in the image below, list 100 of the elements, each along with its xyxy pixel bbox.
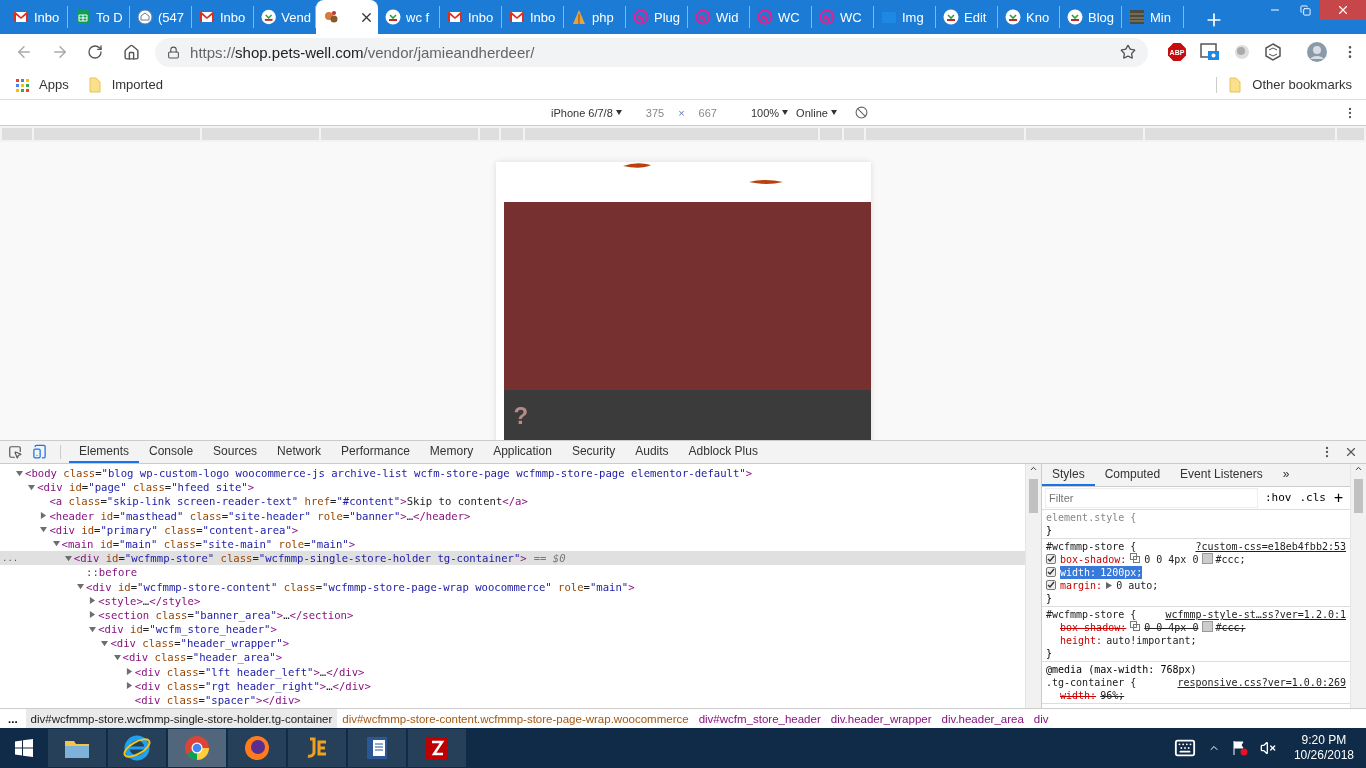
color-swatch[interactable] xyxy=(1202,552,1214,564)
shadow-editor-icon[interactable] xyxy=(1130,620,1141,631)
browser-tab[interactable]: php xyxy=(564,6,626,28)
keyboard-icon[interactable] xyxy=(1173,737,1196,759)
browser-tab[interactable]: Kno xyxy=(998,6,1060,28)
new-rule-button[interactable]: + xyxy=(1334,488,1344,507)
dom-node-row[interactable]: ... <div id="wcfmmp-store" class="wcfmmp-single-store-holder tg-container"> == $0 xyxy=(0,551,1025,566)
scrollbar[interactable] xyxy=(1350,463,1366,709)
scroll-thumb[interactable] xyxy=(1354,478,1363,513)
height-field[interactable]: 667 xyxy=(698,106,717,119)
hexagon-logo-icon[interactable] xyxy=(1264,43,1282,61)
expand-arrow-icon[interactable] xyxy=(89,597,97,605)
screenshot-camera-icon[interactable] xyxy=(1200,43,1220,61)
expand-arrow-icon[interactable] xyxy=(89,611,97,619)
row-menu[interactable]: ... xyxy=(2,553,19,564)
avatar-icon[interactable] xyxy=(1306,41,1328,63)
expand-arrow-icon[interactable] xyxy=(52,540,60,548)
taskbar-app[interactable] xyxy=(348,729,406,767)
css-property[interactable]: box-shadow: 0 0 4px 0 #ccc; xyxy=(1060,552,1246,566)
dom-node-row[interactable]: <div class="spacer"></div> xyxy=(0,692,1025,708)
dom-node-row[interactable]: ::before xyxy=(0,565,1025,580)
expand-arrow-icon[interactable] xyxy=(16,469,23,477)
dom-node-row[interactable]: <section class="banner_area">…</section> xyxy=(0,607,1025,622)
devtools-tab[interactable]: Network xyxy=(267,441,332,463)
breadcrumb[interactable]: div#wcfmmp-store-content.wcfmmp-store-page-wrap.woocommerce xyxy=(337,709,694,728)
browser-tab[interactable]: Vend xyxy=(254,6,316,28)
property-checkbox[interactable] xyxy=(1046,567,1056,578)
bookmark-star-icon[interactable] xyxy=(1120,44,1136,60)
expand-arrow-icon[interactable] xyxy=(77,583,84,590)
css-property[interactable]: height: auto!important; xyxy=(1060,633,1197,647)
expand-arrow-icon[interactable] xyxy=(64,554,72,562)
styles-tab[interactable]: Event Listeners xyxy=(1170,463,1273,486)
breadcrumb[interactable]: div#wcfmmp-store.wcfmmp-single-store-holder.tg-container xyxy=(25,709,338,728)
address-bar[interactable]: https://shop.pets-well.com/vendor/jamieandherdeer/ xyxy=(155,37,1148,67)
dom-node-row[interactable]: <div id="wcfmmp-store-content" class="wcfmmp-store-page-wrap woocommerce" role="main"> xyxy=(0,579,1025,594)
dom-node-row[interactable]: <div id="wcfm_store_header"> xyxy=(0,622,1025,637)
browser-tab[interactable]: To D xyxy=(68,6,130,28)
taskbar-app[interactable] xyxy=(48,729,106,767)
property-checkbox[interactable] xyxy=(1046,554,1056,565)
styles-tab[interactable]: Computed xyxy=(1094,463,1171,486)
css-property[interactable]: box-shadow: 0 0 4px 0 #ccc; xyxy=(1060,620,1246,634)
browser-tab[interactable]: Blog xyxy=(1060,6,1122,28)
taskbar-app[interactable] xyxy=(408,729,466,767)
source-link[interactable]: ?custom-css=e18eb4fbb2:53 xyxy=(1195,539,1346,553)
browser-tab[interactable]: Min xyxy=(1122,6,1184,28)
expand-arrow-icon[interactable] xyxy=(125,668,133,676)
css-property[interactable]: margin: 0 auto; xyxy=(1060,578,1159,592)
expand-arrow-icon[interactable] xyxy=(89,625,97,633)
taskbar-app[interactable] xyxy=(288,729,346,767)
scroll-thumb[interactable] xyxy=(1029,478,1038,513)
devtools-tab[interactable]: Console xyxy=(139,441,204,463)
browser-tab[interactable]: Inbo xyxy=(502,6,564,28)
browser-tab[interactable]: WC xyxy=(750,6,812,28)
dom-node-row[interactable]: <style>…</style> xyxy=(0,593,1025,608)
devtools-tab[interactable]: Security xyxy=(561,441,626,463)
shadow-editor-icon[interactable] xyxy=(1130,552,1141,563)
source-link[interactable]: responsive.css?ver=1.0.0:269 xyxy=(1177,675,1346,689)
browser-tab[interactable]: Img xyxy=(874,6,936,28)
breadcrumb[interactable]: div.header_area xyxy=(936,709,1029,728)
muted-speaker-icon[interactable] xyxy=(1259,740,1276,756)
expand-arrow-icon[interactable] xyxy=(1106,581,1113,589)
browser-tab[interactable]: Inbo xyxy=(6,6,68,28)
expand-arrow-icon[interactable] xyxy=(101,639,109,647)
device-select[interactable]: iPhone 6/7/8 xyxy=(551,106,622,119)
styles-tab[interactable]: Styles xyxy=(1042,463,1095,486)
dom-node-row[interactable]: <header id="masthead" class="site-header" role="banner">…</header> xyxy=(0,508,1025,523)
browser-tab[interactable]: Inbo xyxy=(192,6,254,28)
dom-node-row[interactable]: <main id="main" class="site-main" role="main"> xyxy=(0,536,1025,552)
devtools-tab[interactable]: Application xyxy=(483,441,562,463)
property-checkbox[interactable] xyxy=(1046,580,1056,591)
class-toggle[interactable]: .cls xyxy=(1299,491,1326,505)
breadcrumb[interactable]: div xyxy=(1028,709,1054,728)
expand-arrow-icon[interactable] xyxy=(28,483,36,491)
devtools-tab[interactable]: Audits xyxy=(625,441,679,463)
browser-tab[interactable]: (547 xyxy=(130,6,192,28)
breadcrumb-overflow[interactable]: ... xyxy=(0,712,26,725)
css-property[interactable]: width: 96%; xyxy=(1060,688,1125,702)
color-swatch[interactable] xyxy=(1202,620,1214,632)
breadcrumb[interactable]: div.header_wrapper xyxy=(825,709,937,728)
bookmark-item[interactable]: Apps xyxy=(14,76,69,93)
dom-node-row[interactable]: <div id="primary" class="content-area"> xyxy=(0,522,1025,537)
dom-node-row[interactable]: <body class="blog wp-custom-logo woocommerce-js archive-list wcfm-store-page wcfmmp-store-page elementor-default"> xyxy=(0,465,1025,481)
network-select[interactable]: Online xyxy=(796,106,837,119)
dom-node-row[interactable]: <a class="skip-link screen-reader-text" href="#content">Skip to content</a> xyxy=(0,494,1025,509)
devtools-tab[interactable]: Performance xyxy=(331,441,420,463)
more-tabs-button[interactable]: » xyxy=(1272,463,1300,486)
dom-node-row[interactable]: <div id="page" class="hfeed site"> xyxy=(0,480,1025,495)
devtools-tab[interactable]: Sources xyxy=(203,441,268,463)
browser-tab[interactable] xyxy=(316,0,378,34)
zoom-select[interactable]: 100% xyxy=(750,106,789,119)
filter-field[interactable]: Filter xyxy=(1046,488,1257,507)
other-bookmarks[interactable]: Other bookmarks xyxy=(1216,76,1352,93)
expand-arrow-icon[interactable] xyxy=(40,526,48,534)
browser-tab[interactable]: WC xyxy=(812,6,874,28)
bookmark-item[interactable]: Imported xyxy=(86,76,163,93)
css-property[interactable]: width: 1200px; xyxy=(1060,565,1143,579)
clock[interactable]: 9:20 PM 10/26/2018 xyxy=(1293,733,1354,763)
browser-tab[interactable]: Wid xyxy=(688,6,750,28)
expand-arrow-icon[interactable] xyxy=(125,682,133,690)
source-link[interactable]: wcfmmp-style-st…ss?ver=1.2.0:1 xyxy=(1165,607,1346,621)
